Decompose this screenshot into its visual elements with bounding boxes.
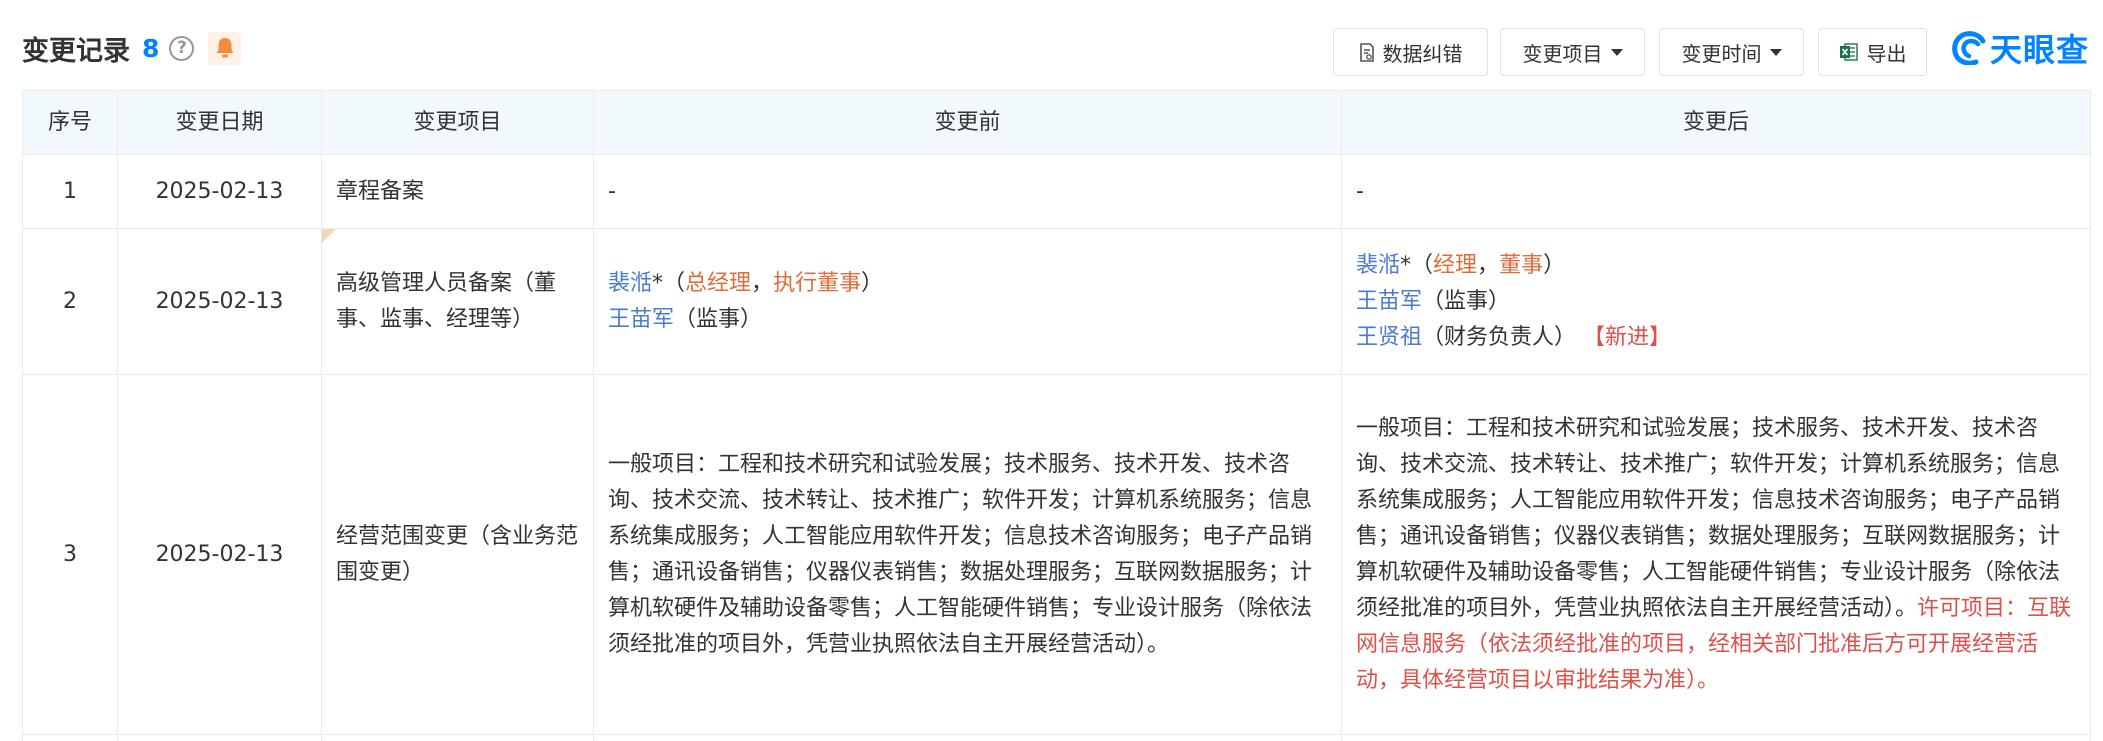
cell-before (593, 734, 1342, 741)
change-item-dropdown[interactable]: 变更项目 (1500, 28, 1645, 76)
cell-index: 3 (22, 374, 118, 735)
paren-open: （ (663, 270, 686, 296)
column-header-after[interactable]: 变更后 (1341, 90, 2091, 155)
table-row: 3 2025-02-13 经营范围变更（含业务范围变更） 一般项目：工程和技术研… (22, 374, 2091, 735)
paren-close: ） (1543, 252, 1566, 278)
section-title: 变更记录 (22, 35, 130, 67)
role-text: （财务负责人） (1422, 324, 1577, 350)
person-line: 裴湉*（总经理，执行董事） (608, 266, 1327, 302)
person-link[interactable]: 王苗军 (608, 307, 674, 332)
cell-date: 2025-02-13 (117, 374, 322, 735)
role-text: （监事） (1422, 288, 1511, 314)
person-line: 裴湉*（经理，董事） (1356, 248, 2076, 284)
separator: ， (751, 270, 774, 296)
role-text: （监事） (674, 306, 763, 332)
cell-item: 经营范围变更（含业务范围变更） (321, 374, 594, 735)
help-icon[interactable]: ? (169, 35, 195, 61)
change-time-dropdown[interactable]: 变更时间 (1659, 28, 1804, 76)
cell-item: 高级管理人员备案（董事、监事、经理等） (321, 228, 594, 375)
table-row (22, 734, 2091, 741)
caret-down-icon (1769, 48, 1782, 56)
scope-general: 一般项目：工程和技术研究和试验发展；技术服务、技术开发、技术咨询、技术交流、技术… (1356, 415, 2061, 621)
column-header-before[interactable]: 变更前 (593, 90, 1342, 155)
document-icon (1359, 42, 1374, 62)
person-link[interactable]: 王苗军 (1356, 289, 1422, 314)
new-tag: 【新进】 (1583, 324, 1672, 350)
person-line: 王苗军（监事） (1356, 284, 2076, 320)
name-mask: * (652, 270, 664, 296)
cell-before: - (593, 154, 1342, 229)
cell-after: - (1341, 154, 2091, 229)
role-text: 执行董事 (773, 270, 862, 296)
paren-close: ） (861, 270, 884, 296)
role-text: 经理 (1433, 252, 1478, 278)
caret-down-icon (1610, 48, 1623, 56)
cell-index: 2 (22, 228, 118, 375)
cell-after: 裴湉*（经理，董事） 王苗军（监事） 王贤祖（财务负责人） 【新进】 (1341, 228, 2091, 375)
person-link[interactable]: 裴湉 (1356, 253, 1400, 278)
cell-item (321, 734, 594, 741)
cell-date: 2025-02-13 (117, 228, 322, 375)
cell-index (22, 734, 118, 741)
cell-before: 裴湉*（总经理，执行董事） 王苗军（监事） (593, 228, 1342, 375)
change-time-label: 变更时间 (1681, 41, 1762, 66)
tianyancha-logo-icon (1952, 31, 1986, 65)
cell-after: 一般项目：工程和技术研究和试验发展；技术服务、技术开发、技术咨询、技术交流、技术… (1341, 374, 2091, 735)
toolbar: 变更记录 8 ? 数据纠错 变更项目 变更时间 导出 天眼查 (0, 0, 2103, 92)
cell-before: 一般项目：工程和技术研究和试验发展；技术服务、技术开发、技术咨询、技术交流、技术… (593, 374, 1342, 735)
person-link[interactable]: 王贤祖 (1356, 325, 1422, 350)
table-row: 2 2025-02-13 高级管理人员备案（董事、监事、经理等） 裴湉*（总经理… (22, 228, 2091, 375)
logo: 天眼查 (1952, 26, 2089, 70)
excel-icon (1839, 43, 1858, 61)
person-link[interactable]: 裴湉 (608, 271, 652, 296)
record-count: 8 (142, 33, 160, 63)
person-line: 王贤祖（财务负责人） 【新进】 (1356, 320, 2076, 356)
column-header-date[interactable]: 变更日期 (117, 90, 322, 155)
cell-date: 2025-02-13 (117, 154, 322, 229)
section-header: 变更记录 8 ? (22, 28, 242, 68)
export-label: 导出 (1866, 41, 1907, 66)
cell-after (1341, 734, 2091, 741)
cell-item: 章程备案 (321, 154, 594, 229)
export-button[interactable]: 导出 (1818, 28, 1927, 76)
person-line: 王苗军（监事） (608, 302, 1327, 338)
cell-index: 1 (22, 154, 118, 229)
column-header-item[interactable]: 变更项目 (321, 90, 594, 155)
change-item-label: 变更项目 (1522, 41, 1603, 66)
separator: ， (1477, 252, 1500, 278)
data-correction-label: 数据纠错 (1382, 41, 1463, 66)
data-correction-button[interactable]: 数据纠错 (1333, 28, 1488, 76)
role-text: 总经理 (685, 270, 752, 296)
change-record-table: 序号 变更日期 变更项目 变更前 变更后 1 2025-02-13 章程备案 -… (22, 90, 2091, 741)
role-text: 董事 (1499, 252, 1544, 278)
paren-open: （ (1411, 252, 1434, 278)
column-header-index[interactable]: 序号 (22, 90, 118, 155)
bell-icon[interactable] (208, 31, 242, 65)
logo-text: 天眼查 (1990, 31, 2090, 69)
cell-date (117, 734, 322, 741)
table-header-row: 序号 变更日期 变更项目 变更前 变更后 (22, 90, 2091, 155)
table-row: 1 2025-02-13 章程备案 - - (22, 154, 2091, 229)
name-mask: * (1400, 252, 1412, 278)
